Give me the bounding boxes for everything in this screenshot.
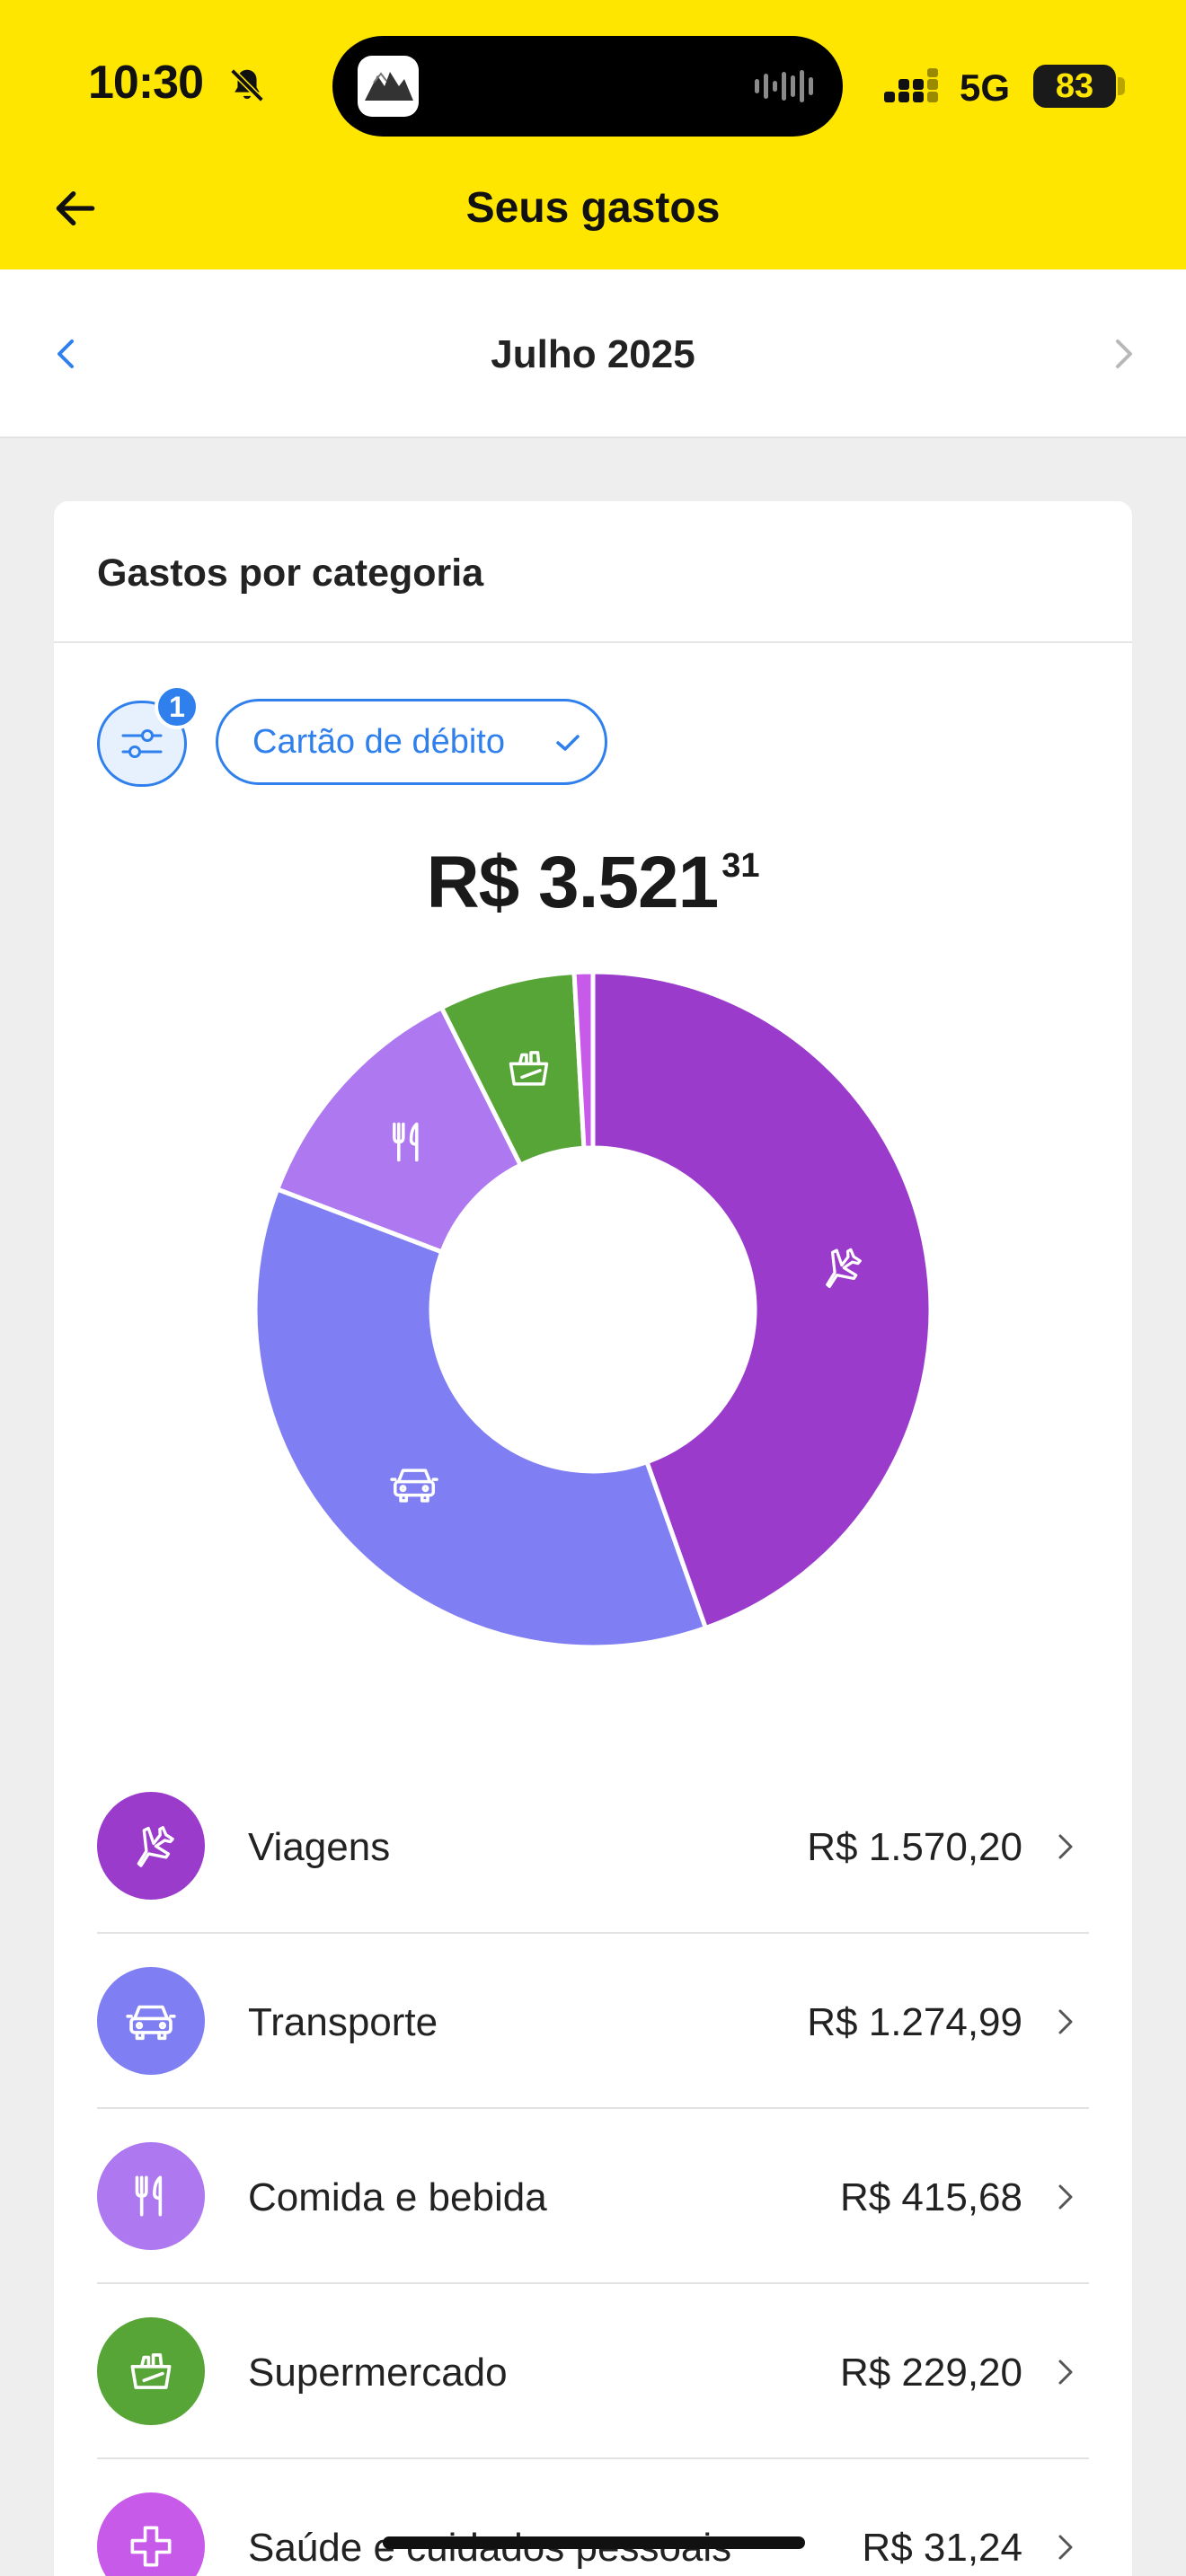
chevron-right-icon xyxy=(1058,2184,1073,2210)
total-main: R$ 3.521 xyxy=(426,842,719,923)
category-name: Comida e bebida xyxy=(248,2175,547,2219)
airplane-icon xyxy=(97,1792,205,1900)
bell-muted-icon xyxy=(230,68,264,102)
category-donut-chart xyxy=(252,969,934,1650)
chip-label: Cartão de débito xyxy=(252,722,505,761)
health-cross-icon xyxy=(97,2492,205,2576)
category-name: Transporte xyxy=(248,2000,438,2044)
category-amount: R$ 31,24 xyxy=(862,2526,1022,2570)
chevron-right-icon[interactable] xyxy=(1103,329,1143,379)
chevron-right-icon xyxy=(1058,2535,1073,2560)
category-name: Supermercado xyxy=(248,2351,508,2395)
category-spending-card: Gastos por categoria 1 Cartão de débito … xyxy=(54,501,1132,2576)
shopping-basket-icon xyxy=(97,2317,205,2425)
battery-cap xyxy=(1118,77,1125,95)
battery-indicator: 83 xyxy=(1033,65,1116,108)
category-amount: R$ 415,68 xyxy=(839,2175,1022,2219)
home-indicator xyxy=(383,2536,805,2549)
category-amount: R$ 1.274,99 xyxy=(807,2000,1022,2044)
category-row[interactable]: Comida e bebida R$ 415,68 xyxy=(97,2109,1089,2284)
donut-slice-transporte[interactable] xyxy=(252,1186,709,1650)
signal-icon xyxy=(884,68,938,102)
network-type: 5G xyxy=(960,66,1011,109)
card-title: Gastos por categoria xyxy=(54,501,1132,643)
car-icon xyxy=(97,1967,205,2075)
total-amount: R$ 3.521 31 xyxy=(54,841,1132,925)
check-icon xyxy=(556,735,580,751)
debit-card-filter-chip[interactable]: Cartão de débito xyxy=(216,699,607,785)
top-app-bar: 10:30 5G 83 Seus gastos xyxy=(0,0,1186,269)
chevron-right-icon xyxy=(1058,1834,1073,1859)
chevron-right-icon xyxy=(1058,2360,1073,2385)
dynamic-island xyxy=(332,36,843,137)
status-time: 10:30 xyxy=(88,57,204,109)
category-row[interactable]: Saúde e cuidados pessoais R$ 31,24 xyxy=(97,2459,1089,2576)
sliders-icon xyxy=(121,729,163,758)
audio-wave-icon xyxy=(755,70,813,102)
total-cents: 31 xyxy=(721,847,760,885)
chevron-right-icon xyxy=(1058,2009,1073,2034)
cutlery-icon xyxy=(97,2142,205,2250)
filter-count-badge: 1 xyxy=(155,684,199,729)
month-selector: Julho 2025 xyxy=(0,269,1186,438)
category-amount: R$ 229,20 xyxy=(839,2351,1022,2395)
month-label: Julho 2025 xyxy=(491,332,695,376)
category-row[interactable]: Supermercado R$ 229,20 xyxy=(97,2284,1089,2459)
app-icon xyxy=(358,56,419,117)
category-row[interactable]: Transporte R$ 1.274,99 xyxy=(97,1934,1089,2109)
category-amount: R$ 1.570,20 xyxy=(807,1825,1022,1869)
category-row[interactable]: Viagens R$ 1.570,20 xyxy=(97,1759,1089,1934)
page-title: Seus gastos xyxy=(465,184,721,232)
category-list: Viagens R$ 1.570,20 Transporte R$ 1.274,… xyxy=(97,1759,1089,2576)
category-name: Viagens xyxy=(248,1825,391,1869)
